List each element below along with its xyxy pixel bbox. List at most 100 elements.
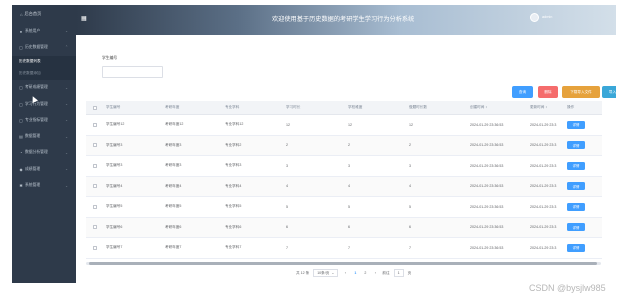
row-checkbox[interactable] (86, 143, 104, 148)
sidebar-item-system-settings[interactable]: ✱ 系统管理 ⌄ (12, 177, 76, 193)
horizontal-scrollbar[interactable] (86, 262, 601, 265)
prev-page-button[interactable]: ‹ (342, 271, 348, 275)
avatar[interactable] (530, 13, 539, 22)
table-cell: 专业学科3 (225, 163, 242, 168)
table-cell: 6 (348, 225, 350, 230)
pagination-total: 共 12 条 (296, 270, 310, 275)
next-page-button[interactable]: › (372, 271, 378, 275)
goto-suffix: 页 (407, 270, 412, 275)
table-cell: 学生编号7 (106, 245, 123, 250)
row-checkbox[interactable] (86, 163, 104, 168)
detail-button[interactable]: 详情 (567, 120, 585, 129)
table-row: 学生编号5 考研年度5 专业学科5 5 5 5 2024-01-29 23:36:53 202… (86, 197, 602, 218)
detail-button[interactable]: 详情 (567, 243, 585, 252)
home-icon: ⌂ (20, 11, 23, 17)
detail-button[interactable]: 详情 (567, 161, 585, 170)
sidebar-item-data[interactable]: ▤ 数据管理 ⌄ (12, 128, 76, 144)
sidebar-item-grades[interactable]: ◆ 成绩管理 ⌄ (12, 161, 76, 177)
checkbox-box[interactable] (93, 245, 97, 250)
table-cell: 7 (348, 245, 350, 250)
row-checkbox[interactable] (86, 184, 104, 189)
student-id-input[interactable] (102, 66, 163, 78)
download-template-button[interactable]: 下载导入文件 (562, 86, 600, 98)
detail-button[interactable]: 详情 (567, 202, 585, 211)
sidebar-home[interactable]: ⌂ 后台首页 (12, 5, 76, 23)
sidebar-home-label: 后台首页 (24, 11, 42, 16)
column-header-sortable[interactable]: 更新时间 ↕ (530, 105, 567, 110)
table-cell-actions: 详情 (567, 182, 597, 191)
detail-button[interactable]: 详情 (567, 182, 585, 191)
checkbox-box[interactable] (93, 204, 97, 209)
search-button[interactable]: 查询 (512, 86, 533, 98)
row-checkbox[interactable] (86, 225, 104, 230)
checkbox-box[interactable] (93, 122, 97, 127)
table-row: 学生编号3 考研年度3 专业学科2 2 2 2 2024-01-29 23:36:53 202… (86, 135, 602, 156)
page-number[interactable]: 2 (362, 271, 368, 275)
detail-button[interactable]: 详情 (567, 141, 585, 150)
column-header: 学习时长 (286, 105, 301, 109)
sidebar-item-major-indicators[interactable]: ▢ 专业指标管理 ⌄ (12, 112, 76, 128)
sidebar-subitem-label: 历史数据列表 (19, 59, 41, 64)
table-cell: 2024-01-29 23:36:53 (470, 122, 504, 127)
import-button[interactable]: 导入 (602, 86, 616, 98)
page-number[interactable]: 1 (352, 271, 358, 275)
table-cell-actions: 详情 (567, 141, 597, 150)
sidebar: ⌂ 后台首页 ● 系统用户 ⌄ ▢ 历史数据管理 ⌃ 历史数据列表 历史数据添加… (12, 5, 76, 283)
table-cell: 2024-01-29 23:3 (530, 225, 557, 230)
checkbox-box[interactable] (93, 143, 97, 148)
doc-icon: ▢ (19, 117, 23, 123)
table-cell: 2024-01-29 23:36:53 (470, 204, 504, 209)
table-cell: 6 (286, 225, 288, 230)
column-header: 操作 (567, 105, 575, 109)
select-all-checkbox[interactable] (86, 105, 104, 110)
table-cell: 2 (286, 143, 288, 148)
table-body: 学生编号12 考研年度12 专业学科12 12 12 12 2024-01-29 23:36… (86, 115, 602, 259)
checkbox-box[interactable] (93, 184, 97, 189)
table-cell: 学生编号6 (106, 224, 123, 229)
sidebar-item-exam-scores[interactable]: ▢ 考研成绩管理 ⌄ (12, 80, 76, 96)
row-checkbox[interactable] (86, 245, 104, 250)
table-cell: 3 (348, 163, 350, 168)
page-size-value: 10条/页 (317, 270, 330, 275)
goto-page-input[interactable]: 1 (393, 269, 404, 277)
table-cell: 考研年度5 (165, 204, 182, 209)
table-cell: 12 (348, 122, 352, 127)
sidebar-item-learning-behavior[interactable]: ▢ 学习行为管理 ⌄ (12, 96, 76, 112)
table-row: 学生编号7 考研年度7 专业学科7 7 7 7 2024-01-29 23:36:53 202… (86, 238, 602, 259)
row-checkbox[interactable] (86, 204, 104, 209)
table-cell: 2024-01-29 23:3 (530, 204, 557, 209)
checkbox-box[interactable] (93, 163, 97, 168)
pagination: 共 12 条 10条/页 ⌄ ‹ 1 2 › 前往 1 页 (296, 268, 411, 278)
main-content: 学生编号 查询 删除 下载导入文件 导入 学生编号 考研年度 专业学科 学习时长… (76, 35, 616, 283)
menu-toggle-icon[interactable]: ▦ (81, 16, 88, 23)
chevron-down-icon: ⌄ (65, 29, 68, 34)
table-row: 学生编号4 考研年度4 专业学科4 4 4 4 2024-01-29 23:36:53 202… (86, 176, 602, 197)
sidebar-item-history-data[interactable]: ▢ 历史数据管理 ⌃ (12, 39, 76, 55)
row-checkbox[interactable] (86, 122, 104, 127)
chevron-down-icon: ⌄ (65, 167, 68, 172)
table-cell: 7 (286, 245, 288, 250)
scrollbar-thumb[interactable] (89, 262, 597, 265)
user-name[interactable]: admin (542, 15, 552, 19)
checkbox-box[interactable] (93, 105, 97, 110)
table-row: 学生编号12 考研年度12 专业学科12 12 12 12 2024-01-29 23:36… (86, 115, 602, 136)
table-cell: 7 (409, 245, 411, 250)
delete-button[interactable]: 删除 (538, 86, 558, 98)
sidebar-subitem-history-add[interactable]: 历史数据添加 (12, 67, 76, 80)
sidebar-item-label: 学习行为管理 (25, 101, 48, 106)
sidebar-item-data-analysis[interactable]: ◔ 数据分析管理 ⌄ (12, 145, 76, 161)
detail-button[interactable]: 详情 (567, 223, 585, 232)
pin-icon: ◆ (19, 166, 23, 172)
sidebar-item-label: 历史数据管理 (25, 44, 48, 49)
table-cell: 考研年度3 (165, 163, 182, 168)
sidebar-subitem-history-list[interactable]: 历史数据列表 (12, 55, 76, 68)
table-cell: 2024-01-29 23:3 (530, 184, 557, 189)
checkbox-box[interactable] (93, 225, 97, 230)
table-cell: 专业学科2 (225, 142, 242, 147)
column-header-sortable[interactable]: 创建时间 ↕ (470, 105, 530, 110)
page-size-select[interactable]: 10条/页 ⌄ (313, 269, 339, 277)
table-cell: 4 (286, 184, 288, 189)
table-cell-actions: 详情 (567, 120, 597, 129)
doc-icon: ▢ (19, 101, 23, 107)
sidebar-item-system-users[interactable]: ● 系统用户 ⌄ (12, 23, 76, 39)
